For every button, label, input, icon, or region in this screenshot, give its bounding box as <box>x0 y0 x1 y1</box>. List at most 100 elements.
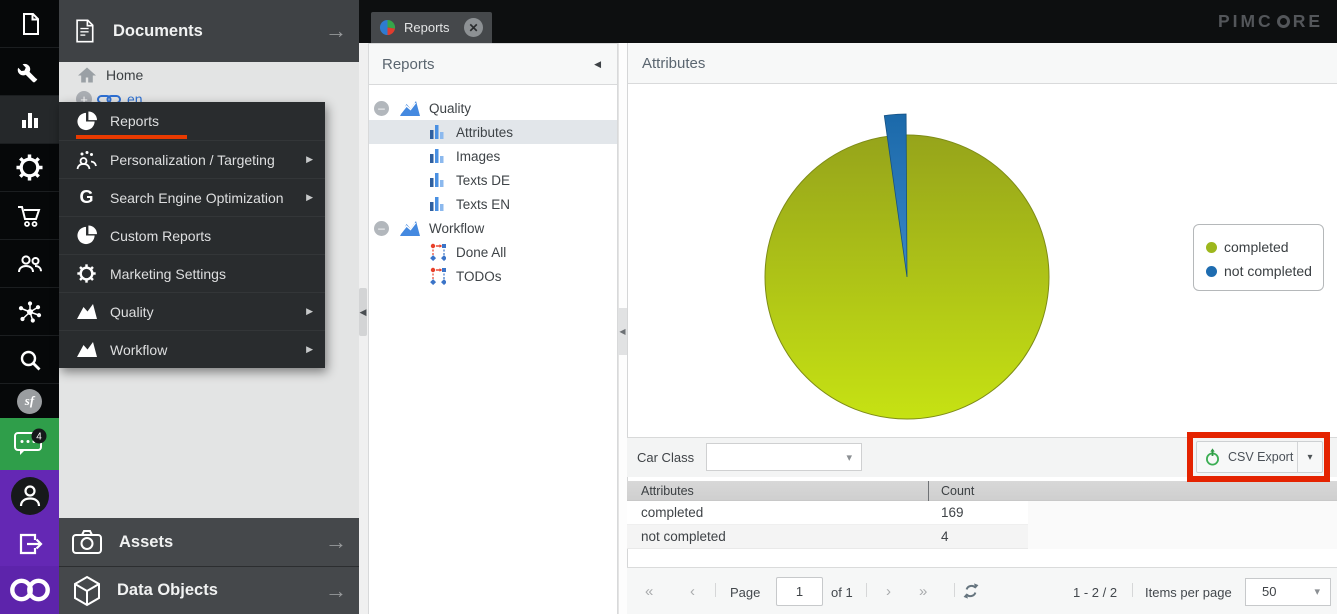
reports-tree-title: Reports <box>382 56 435 73</box>
data-objects-panel-title: Data Objects <box>117 581 218 600</box>
submenu-arrow-icon: ▶ <box>306 344 313 355</box>
bar-report-icon <box>430 196 444 212</box>
menu-item-marketing-settings[interactable]: Marketing Settings <box>59 254 325 292</box>
tree-node-texts-de[interactable]: Texts DE <box>369 168 617 192</box>
report-group-icon <box>399 100 421 117</box>
separator <box>1132 583 1133 597</box>
collapse-minus-icon[interactable]: – <box>374 101 389 116</box>
menu-item-reports[interactable]: Reports <box>59 102 325 140</box>
legend-item-completed[interactable]: completed <box>1206 235 1323 259</box>
documents-icon <box>73 16 96 46</box>
menu-item-personalization[interactable]: Personalization / Targeting ▶ <box>59 140 325 178</box>
car-class-label: Car Class <box>637 437 694 477</box>
expand-arrow-icon[interactable]: → <box>325 529 347 555</box>
page-number-input[interactable]: 1 <box>776 577 823 606</box>
tree-node-texts-en[interactable]: Texts EN <box>369 192 617 216</box>
file-icon[interactable] <box>0 0 59 48</box>
tree-node-todos[interactable]: TODOs <box>369 264 617 288</box>
settings-gear-icon[interactable] <box>0 144 59 192</box>
logout-icon[interactable] <box>0 522 59 566</box>
first-page-icon[interactable]: « <box>645 583 653 600</box>
attributes-report-header: Attributes <box>628 43 1337 84</box>
notifications-chat-icon[interactable]: 4 <box>0 418 59 470</box>
documents-panel-header[interactable]: Documents → <box>59 0 359 62</box>
tree-splitter-collapse-icon[interactable]: ◀ <box>618 308 627 355</box>
table-cell-count: 4 <box>941 529 949 544</box>
symfony-icon[interactable]: sf <box>0 384 59 418</box>
tab-pie-icon <box>379 19 396 36</box>
results-range: 1 - 2 / 2 <box>1073 585 1117 600</box>
camera-icon <box>71 529 103 555</box>
assets-panel-header[interactable]: Assets → <box>59 518 359 566</box>
chat-badge-count: 4 <box>36 432 42 443</box>
user-profile-icon[interactable] <box>0 470 59 522</box>
marketing-reports-icon[interactable] <box>0 96 59 144</box>
table-header <box>627 481 1337 501</box>
menu-item-custom-reports[interactable]: Custom Reports <box>59 216 325 254</box>
tree-node-images[interactable]: Images <box>369 144 617 168</box>
table-cell-attribute: completed <box>641 505 703 520</box>
legend-dot-not-completed <box>1206 266 1217 277</box>
cube-icon <box>72 575 102 607</box>
assets-panel-title: Assets <box>119 533 173 552</box>
table-header-count[interactable]: Count <box>941 484 974 498</box>
items-per-page-select[interactable]: 50 ▾ <box>1245 578 1331 606</box>
attributes-report-title: Attributes <box>642 55 705 72</box>
tree-node-done-all[interactable]: Done All <box>369 240 617 264</box>
prev-page-icon[interactable]: ‹ <box>690 583 695 600</box>
tab-close-icon[interactable]: ✕ <box>464 18 483 37</box>
audience-icon <box>75 150 98 170</box>
expand-arrow-icon[interactable]: → <box>325 578 347 604</box>
pimcore-loop-logo-icon[interactable] <box>0 566 59 614</box>
chevron-down-icon: ▾ <box>1314 579 1320 605</box>
workflow-report-icon <box>430 243 446 261</box>
chevron-down-icon: ▾ <box>846 451 852 464</box>
expand-arrow-icon[interactable]: → <box>325 18 347 44</box>
tree-node-attributes[interactable]: Attributes <box>369 120 617 144</box>
separator <box>866 583 867 597</box>
table-header-attributes[interactable]: Attributes <box>641 484 694 498</box>
left-splitter-handle[interactable]: ◀ <box>359 288 367 336</box>
menu-item-seo[interactable]: G Search Engine Optimization ▶ <box>59 178 325 216</box>
workflow-network-icon[interactable] <box>0 288 59 336</box>
bar-report-icon <box>430 148 444 164</box>
reports-context-menu: Reports Personalization / Targeting ▶ G … <box>59 102 325 368</box>
tab-reports[interactable]: Reports ✕ <box>371 12 492 43</box>
chart-mountain-icon <box>75 341 98 358</box>
table-cell-count: 169 <box>941 505 964 520</box>
page-of-label: of 1 <box>831 585 853 600</box>
active-menu-underline <box>76 135 187 139</box>
report-group-icon <box>399 220 421 237</box>
reports-tree-header: Reports ◀ <box>369 44 617 85</box>
legend-item-not-completed[interactable]: not completed <box>1206 259 1323 283</box>
chart-legend: completed not completed <box>1193 224 1324 291</box>
car-class-select[interactable]: ▾ <box>706 443 862 471</box>
chart-mountain-icon <box>75 303 98 320</box>
doc-tree-home[interactable]: Home <box>59 63 359 87</box>
ecommerce-cart-icon[interactable] <box>0 192 59 240</box>
menu-item-workflow[interactable]: Workflow ▶ <box>59 330 325 368</box>
pie-chart-icon <box>75 225 98 246</box>
submenu-arrow-icon: ▶ <box>306 306 313 317</box>
collapse-panel-icon[interactable]: ◀ <box>594 59 601 70</box>
refresh-icon[interactable] <box>962 582 980 600</box>
pimcore-logo: PIMCRE <box>1218 11 1323 32</box>
submenu-arrow-icon: ▶ <box>306 154 313 165</box>
items-per-page-label: Items per page <box>1145 585 1232 600</box>
collapse-minus-icon[interactable]: – <box>374 221 389 236</box>
last-page-icon[interactable]: » <box>919 583 927 600</box>
tree-node-quality[interactable]: – Quality <box>369 96 617 120</box>
google-g-icon: G <box>75 187 98 208</box>
tab-reports-label: Reports <box>404 20 450 35</box>
menu-item-quality[interactable]: Quality ▶ <box>59 292 325 330</box>
next-page-icon[interactable]: › <box>886 583 891 600</box>
data-objects-panel-header[interactable]: Data Objects → <box>59 566 359 614</box>
table-header-divider <box>928 481 929 501</box>
gear-icon <box>75 264 98 283</box>
wrench-icon[interactable] <box>0 48 59 96</box>
tree-node-workflow[interactable]: – Workflow <box>369 216 617 240</box>
search-icon[interactable] <box>0 336 59 384</box>
submenu-arrow-icon: ▶ <box>306 192 313 203</box>
customers-icon[interactable] <box>0 240 59 288</box>
pie-chart-icon <box>75 111 98 132</box>
